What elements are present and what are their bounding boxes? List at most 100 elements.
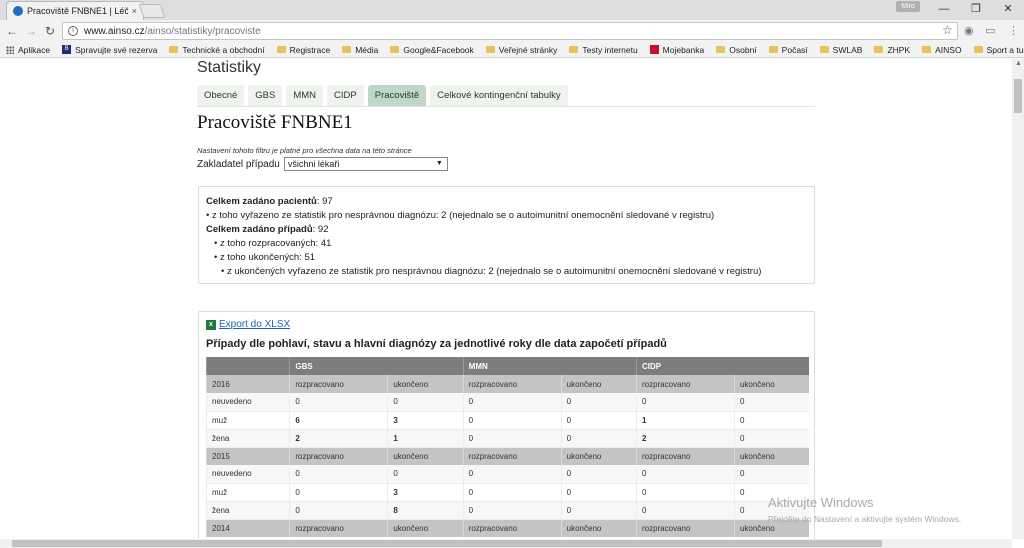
bookmark-label: Média: [355, 44, 379, 55]
table-cell: 0: [560, 483, 637, 502]
bookmark-item[interactable]: Média: [342, 45, 378, 55]
tab-title: Pracoviště FNBNE1 | Léč: [27, 6, 128, 16]
bookmark-label: Technické a obchodní: [182, 44, 265, 55]
vertical-scrollbar[interactable]: ▲: [1012, 59, 1024, 539]
bookmark-item[interactable]: Registrace: [276, 45, 330, 55]
table-cell: 0: [289, 483, 388, 502]
table-cell: 0: [560, 429, 637, 448]
cases-in-progress: • z toho rozpracovaných: 41: [214, 238, 332, 249]
bookmark-item[interactable]: Sport a turistika: [973, 45, 1024, 55]
chevron-down-icon: ▼: [435, 160, 443, 167]
extension-icon[interactable]: ◉: [964, 24, 974, 37]
folder-icon: [819, 46, 829, 53]
folder-icon: [768, 46, 778, 53]
forward-arrow-icon[interactable]: →: [23, 23, 39, 39]
bookmark-label: SWLAB: [832, 44, 863, 55]
horizontal-scroll-thumb[interactable]: [12, 540, 882, 547]
bookmark-item[interactable]: Technické a obchodní: [169, 44, 265, 55]
table-cell: 3: [387, 483, 464, 502]
maximize-button[interactable]: ❐: [961, 0, 991, 20]
bookmark-star-icon[interactable]: ☆: [942, 23, 953, 37]
address-bar[interactable]: i www.ainso.cz/ainso/statistiky/pracovis…: [62, 22, 958, 40]
year-label: 2016: [205, 375, 290, 393]
filter-row: Zakladatel případu všichni lékaři ▼: [197, 157, 448, 171]
tab-gbs[interactable]: GBS: [248, 85, 283, 106]
cases-value: : 92: [312, 224, 329, 235]
table-row: muž 6 3 0 0 1 0: [205, 411, 809, 430]
url-text: www.ainso.cz/ainso/statistiky/pracoviste: [84, 26, 261, 37]
bookmark-item[interactable]: Aplikace: [6, 45, 50, 55]
year-label: 2014: [205, 519, 290, 537]
export-xlsx[interactable]: x Export do XLSX: [206, 319, 290, 330]
tab-obecné[interactable]: Obecné: [197, 85, 245, 106]
cases-finished: • z toho ukončených: 51: [214, 252, 316, 263]
table-cell: 0: [635, 465, 735, 484]
vertical-scroll-thumb[interactable]: [1014, 79, 1022, 113]
bookmark-item[interactable]: Počasí: [768, 44, 808, 55]
table-cell: 1: [387, 429, 464, 448]
bookmark-label: Počasí: [781, 44, 808, 55]
table-cell: 0: [462, 501, 562, 520]
bookmark-item[interactable]: SWLAB: [819, 44, 863, 55]
table-cell: 0: [387, 465, 464, 484]
minimize-button[interactable]: —: [929, 0, 959, 20]
site-info-icon[interactable]: i: [68, 26, 78, 36]
bookmark-item[interactable]: Veřejné stránky: [485, 45, 557, 55]
table-group-header: MMN: [462, 357, 637, 375]
site-favicon-icon: [13, 6, 23, 16]
bookmark-item[interactable]: Mojebanka: [649, 45, 704, 55]
filter-note: Nastavení tohoto filtru je platné pro vš…: [197, 146, 412, 155]
table-cell: 0: [462, 411, 562, 430]
bookmark-item[interactable]: AINSO: [922, 45, 962, 55]
apps-icon: [6, 45, 14, 54]
table-cell: 0: [635, 501, 735, 520]
year-row: 2014 rozpracovano ukončeno rozpracovano ukon…: [205, 519, 809, 537]
new-tab-button[interactable]: [138, 4, 166, 18]
excel-icon: x: [206, 319, 216, 330]
folder-icon: [874, 46, 884, 53]
browser-toolbar: ← → ↻ i www.ainso.cz/ainso/statistiky/pr…: [0, 20, 1024, 42]
table-cell: 0: [560, 393, 637, 412]
back-arrow-icon[interactable]: ←: [4, 23, 20, 39]
gender-label: neuvedeno: [205, 465, 290, 484]
bookmark-item[interactable]: Testy internetu: [569, 45, 638, 55]
status-header: ukončeno: [387, 519, 464, 537]
status-header: ukončeno: [387, 375, 464, 393]
table-cell: 0: [289, 393, 388, 412]
close-window-button[interactable]: ✕: [993, 0, 1023, 20]
bookmark-item[interactable]: ZHPK: [874, 45, 910, 55]
status-header: ukončeno: [560, 519, 637, 537]
table-cell: 0: [289, 501, 388, 520]
patients-excluded: • z toho vyřazeno ze statistik pro nespr…: [206, 210, 715, 221]
tab-close-icon[interactable]: ×: [132, 6, 137, 16]
folder-icon: [716, 46, 726, 53]
tab-mmn[interactable]: MMN: [286, 85, 324, 106]
tab-pracoviště[interactable]: Pracoviště: [367, 85, 427, 106]
reload-icon[interactable]: ↻: [42, 23, 58, 39]
bookmark-item[interactable]: Google&Facebook: [390, 45, 474, 55]
status-header: rozpracovano: [462, 375, 562, 393]
table-row: žena 0 8 0 0 0 0: [205, 501, 809, 520]
cast-icon[interactable]: ▭: [985, 24, 995, 37]
menu-icon[interactable]: ⋮: [1008, 24, 1019, 37]
export-xlsx-link[interactable]: Export do XLSX: [219, 319, 290, 330]
scroll-up-icon[interactable]: ▲: [1015, 60, 1022, 67]
profile-badge[interactable]: Miro: [896, 1, 920, 12]
status-header: rozpracovano: [635, 375, 735, 393]
bookmark-item[interactable]: B Spravujte své rezerva: [62, 45, 157, 55]
section-title: Statistiky: [197, 59, 262, 76]
folder-icon: [485, 46, 495, 53]
tab-cidp[interactable]: CIDP: [327, 85, 364, 106]
tab-celkové-kontingenční-tabulky[interactable]: Celkové kontingenční tabulky: [430, 85, 568, 106]
table-cell: 0: [733, 411, 809, 430]
founder-select[interactable]: všichni lékaři ▼: [283, 157, 448, 171]
watermark-subtitle: Přejděte do Nastavení a aktivujte systém…: [768, 514, 962, 524]
bookmark-item[interactable]: Osobní: [716, 45, 757, 55]
browser-tab[interactable]: Pracoviště FNBNE1 | Léč ×: [6, 1, 144, 20]
table-cell: 0: [462, 393, 562, 412]
table-row: muž 0 3 0 0 0 0: [205, 483, 809, 502]
horizontal-scrollbar[interactable]: [0, 539, 1012, 548]
table-cell: 0: [462, 429, 562, 448]
founder-select-value: všichni lékaři: [287, 159, 340, 169]
table-row: neuvedeno 0 0 0 0 0 0: [205, 465, 809, 484]
